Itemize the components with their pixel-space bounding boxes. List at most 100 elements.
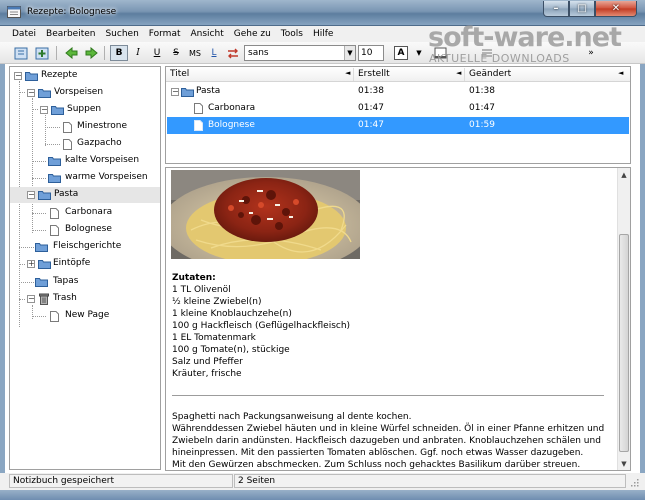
menu-format[interactable]: Format <box>149 29 181 39</box>
page-icon <box>194 120 203 131</box>
folder-icon <box>38 191 51 200</box>
tree-item-tapas[interactable]: Tapas <box>10 274 160 290</box>
collapse-icon[interactable]: − <box>27 89 35 97</box>
column-header-erstellt[interactable]: Erstellt <box>358 69 390 79</box>
cell-created: 01:47 <box>358 120 384 130</box>
bold-button[interactable]: B <box>110 45 128 61</box>
back-button[interactable] <box>62 45 80 61</box>
chevron-down-icon[interactable]: ▼ <box>344 46 355 60</box>
menu-suchen[interactable]: Suchen <box>105 29 138 39</box>
underline-button[interactable]: U <box>148 45 166 61</box>
scrollbar-thumb[interactable] <box>619 234 629 452</box>
folder-icon <box>51 106 64 115</box>
status-bar: Notizbuch gespeichert 2 Seiten <box>0 473 645 490</box>
tree-item-rezepte[interactable]: − Rezepte <box>10 68 160 84</box>
tree-item-kalte-vorspeisen[interactable]: kalte Vorspeisen <box>10 153 160 169</box>
minimize-button[interactable]: – <box>543 1 569 17</box>
collapse-icon[interactable]: − <box>40 106 48 114</box>
menu-hilfe[interactable]: Hilfe <box>313 29 333 39</box>
instruction-line: Mit den Gewürzen abschmecken. Zum Schlus… <box>172 460 581 470</box>
instruction-line: Zwiebeln darin andünsten. Hackfleisch da… <box>172 436 601 446</box>
ingredient-line: 1 EL Tomatenmark <box>172 333 256 343</box>
menu-tools[interactable]: Tools <box>281 29 303 39</box>
list-row[interactable]: − Pasta 01:38 01:38 <box>167 83 629 100</box>
tree-item-pasta[interactable]: − Pasta <box>10 187 160 203</box>
collapse-icon[interactable]: − <box>14 72 22 80</box>
new-subpage-button[interactable] <box>33 45 51 61</box>
tree-item-gazpacho[interactable]: Gazpacho <box>10 136 160 152</box>
clear-format-button[interactable] <box>224 45 242 61</box>
font-family-value: sans <box>248 48 269 58</box>
menu-datei[interactable]: Datei <box>12 29 36 39</box>
window-frame-right <box>640 26 645 490</box>
monospace-button[interactable]: MS <box>186 45 204 61</box>
menu-bearbeiten[interactable]: Bearbeiten <box>46 29 95 39</box>
menu-ansicht[interactable]: Ansicht <box>191 29 224 39</box>
tree-item-carbonara[interactable]: Carbonara <box>10 205 160 221</box>
tree-item-new-page[interactable]: New Page <box>10 308 160 324</box>
text-color-button[interactable]: A <box>394 46 408 60</box>
instruction-line: hineinpressen. Mit den passierten Tomate… <box>172 448 584 458</box>
tree-item-label: kalte Vorspeisen <box>65 155 140 165</box>
scroll-down-icon[interactable]: ▼ <box>618 457 630 470</box>
folder-icon <box>48 157 61 166</box>
tree-item-eintoepfe[interactable]: + Eintöpfe <box>10 256 160 272</box>
text-color-dropdown[interactable]: ▼ <box>410 45 428 61</box>
close-button[interactable]: ✕ <box>595 1 637 17</box>
editor-scrollbar[interactable]: ▲ ▼ <box>617 168 630 470</box>
collapse-icon[interactable]: − <box>27 295 35 303</box>
link-button[interactable]: L <box>205 45 223 61</box>
tree-item-label: Rezepte <box>41 70 78 80</box>
maximize-button[interactable]: □ <box>569 1 595 17</box>
instruction-line: Spaghetti nach Packungsanweisung al dent… <box>172 412 412 422</box>
horizontal-rule <box>172 395 604 396</box>
watermark-logo-text: soft-ware.net <box>428 22 622 53</box>
bolognese-photo <box>171 170 360 259</box>
folder-icon <box>38 89 51 98</box>
tree-item-suppen[interactable]: − Suppen <box>10 102 160 118</box>
window-title: Rezepte: Bolognese <box>27 7 117 17</box>
scroll-up-icon[interactable]: ▲ <box>618 168 630 181</box>
collapse-icon[interactable]: − <box>171 88 179 96</box>
collapse-icon[interactable]: − <box>27 191 35 199</box>
watermark: soft-ware.net AKTUELLE DOWNLOADS <box>428 22 628 66</box>
menu-gehe-zu[interactable]: Gehe zu <box>234 29 271 39</box>
column-divider[interactable] <box>464 68 465 81</box>
cell-modified: 01:47 <box>469 103 495 113</box>
tree-item-bolognese[interactable]: Bolognese <box>10 222 160 238</box>
folder-icon <box>48 174 61 183</box>
list-row-selected[interactable]: Bolognese 01:47 01:59 <box>167 117 629 134</box>
cell-created: 01:47 <box>358 103 384 113</box>
column-header-geaendert[interactable]: Geändert <box>469 69 511 79</box>
column-header-titel[interactable]: Titel <box>170 69 189 79</box>
chevron-down-icon: ▼ <box>416 49 422 57</box>
folder-icon <box>25 72 38 81</box>
tree-item-vorspeisen[interactable]: − Vorspeisen <box>10 85 160 101</box>
page-editor[interactable]: Zutaten: 1 TL Olivenöl ½ kleine Zwiebel(… <box>165 167 631 471</box>
font-size-select[interactable]: 10 <box>358 45 384 61</box>
page-icon <box>50 311 59 322</box>
folder-icon <box>38 260 51 269</box>
ingredient-line: ½ kleine Zwiebel(n) <box>172 297 262 307</box>
font-family-select[interactable]: sans ▼ <box>244 45 356 61</box>
clear-format-icon <box>228 48 238 58</box>
list-header: Titel ◄ Erstellt ◄ Geändert ◄ <box>166 67 630 82</box>
tree-item-fleischgerichte[interactable]: Fleischgerichte <box>10 239 160 255</box>
strikethrough-button[interactable]: S <box>167 45 185 61</box>
forward-button[interactable] <box>82 45 100 61</box>
tree-item-label: Eintöpfe <box>53 258 91 268</box>
expand-icon[interactable]: + <box>27 260 35 268</box>
tree-item-warme-vorspeisen[interactable]: warme Vorspeisen <box>10 170 160 186</box>
new-page-button[interactable] <box>12 45 30 61</box>
italic-button[interactable]: I <box>129 45 147 61</box>
folder-icon <box>181 88 194 97</box>
app-notebook-icon <box>7 6 21 18</box>
new-page-icon <box>14 47 28 59</box>
list-row[interactable]: Carbonara 01:47 01:47 <box>167 100 629 117</box>
resize-grip-icon[interactable] <box>629 477 639 487</box>
tree-item-minestrone[interactable]: Minestrone <box>10 119 160 135</box>
tree-item-trash[interactable]: − Trash <box>10 291 160 307</box>
column-divider[interactable] <box>353 68 354 81</box>
folder-icon <box>35 278 48 287</box>
sort-arrow-icon: ◄ <box>456 69 462 77</box>
